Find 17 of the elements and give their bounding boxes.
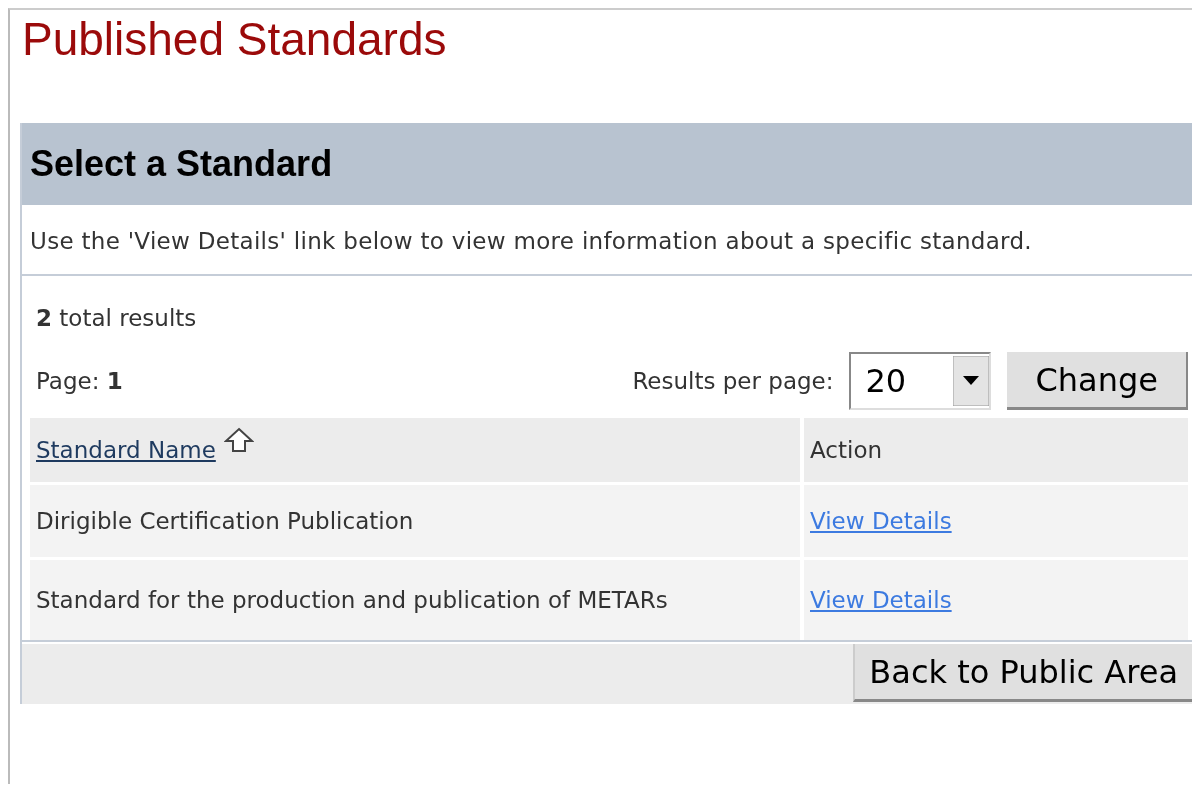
dropdown-arrow-icon[interactable] (953, 356, 990, 406)
view-details-link[interactable]: View Details (810, 508, 952, 534)
description-text: Use the 'View Details' link below to view more information about a specific standard. (30, 227, 1033, 256)
back-button[interactable]: Back to Public Area (853, 644, 1192, 702)
view-details-link[interactable]: View Details (810, 587, 952, 613)
page-title: Published Standards (21, 12, 448, 67)
results-per-page-select[interactable]: 20 (849, 352, 992, 410)
change-button[interactable]: Change (1007, 352, 1188, 410)
page-indicator: Page: 1 (35, 367, 123, 396)
sort-up-arrow-icon[interactable] (223, 427, 254, 453)
table-cell: Standard for the production and publication of METARs (36, 587, 668, 613)
column-header: Action (810, 435, 883, 465)
column-sort-link[interactable]: Standard Name (36, 432, 216, 468)
table-cell: Dirigible Certification Publication (36, 508, 414, 534)
panel-heading: Select a Standard (30, 142, 333, 186)
total-results: 2 total results (36, 305, 197, 331)
results-per-page-label: Results per page: (632, 366, 834, 396)
